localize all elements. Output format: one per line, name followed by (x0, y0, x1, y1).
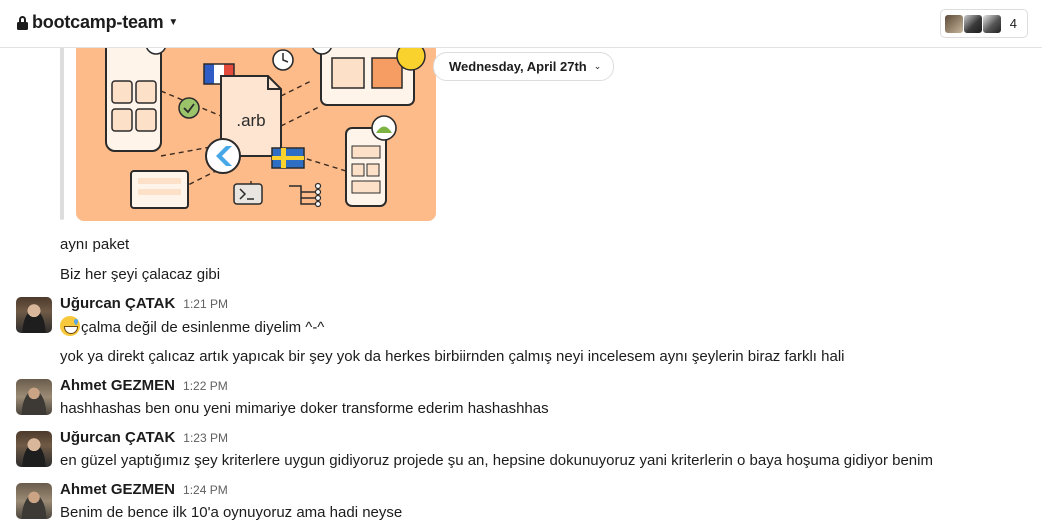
avatar[interactable] (16, 379, 52, 415)
avatar[interactable] (16, 431, 52, 467)
date-label: Wednesday, April 27th (449, 59, 587, 74)
message-text: Benim de bence ilk 10'a oynuyoruz ama ha… (60, 504, 403, 521)
member-count: 4 (1009, 16, 1017, 31)
message-text: aynı paket (60, 236, 130, 253)
message-text: yok ya direkt çalıcaz artık yapıcak bir … (60, 348, 845, 365)
timestamp[interactable]: 1:24 PM (183, 483, 228, 497)
message-text: en güzel yaptığımız şey kriterlere uygun… (60, 452, 933, 469)
message-header: Ahmet GEZMEN 1:24 PM (60, 481, 228, 498)
file-extension-label: .arb (236, 111, 265, 130)
timestamp[interactable]: 1:23 PM (183, 431, 228, 445)
lock-icon (17, 15, 28, 30)
attachment-border (60, 40, 64, 220)
message-header: Uğurcan ÇATAK 1:23 PM (60, 429, 228, 446)
message-text: hashhashas ben onu yeni mimariye doker t… (60, 400, 549, 417)
member-avatar (944, 13, 964, 34)
message-text: Biz her şeyi çalacaz gibi (60, 266, 221, 283)
member-avatar (963, 13, 983, 34)
shared-image[interactable]: .arb (76, 36, 436, 221)
sender-name[interactable]: Ahmet GEZMEN (60, 377, 175, 394)
message-header: Uğurcan ÇATAK 1:21 PM (60, 295, 228, 312)
avatar[interactable] (16, 297, 52, 333)
member-avatar (982, 13, 1002, 34)
timestamp[interactable]: 1:21 PM (183, 297, 228, 311)
channel-name-button[interactable]: bootcamp-team ▼ (17, 12, 178, 33)
sender-name[interactable]: Uğurcan ÇATAK (60, 429, 175, 446)
sender-name[interactable]: Ahmet GEZMEN (60, 481, 175, 498)
avatar[interactable] (16, 483, 52, 519)
timestamp[interactable]: 1:22 PM (183, 379, 228, 393)
message-header: Ahmet GEZMEN 1:22 PM (60, 377, 228, 394)
date-divider-button[interactable]: Wednesday, April 27th ⌄ (433, 52, 615, 81)
chevron-down-icon: ▼ (168, 17, 179, 28)
channel-header: bootcamp-team ▼ 4 (0, 0, 1042, 48)
chevron-down-icon: ⌄ (593, 61, 602, 71)
message-text: çalma değil de esinlenme diyelim ^-^ (81, 319, 325, 336)
members-button[interactable]: 4 (940, 9, 1028, 38)
sweat-smile-icon (60, 316, 80, 336)
channel-name: bootcamp-team (32, 12, 164, 32)
message-body: çalma değil de esinlenme diyelim ^-^ (60, 316, 324, 339)
sender-name[interactable]: Uğurcan ÇATAK (60, 295, 175, 312)
